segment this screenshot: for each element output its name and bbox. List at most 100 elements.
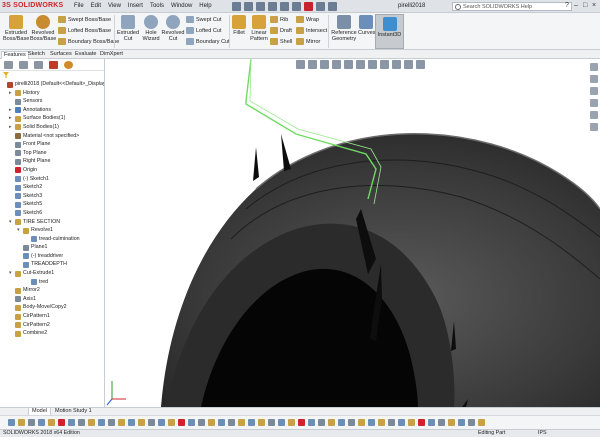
print-icon[interactable]: [268, 2, 277, 11]
tree-item[interactable]: Plane1: [0, 243, 104, 252]
minimize-icon[interactable]: –: [574, 2, 580, 9]
undo-icon[interactable]: [280, 2, 289, 11]
lofted-boss-button[interactable]: Lofted Boss/Base: [58, 27, 111, 34]
help-search-input[interactable]: Search SOLIDWORKS Help: [452, 2, 572, 11]
sketch-tool-icon[interactable]: [148, 419, 155, 426]
tree-item[interactable]: tred: [0, 278, 104, 287]
menu-edit[interactable]: Edit: [91, 3, 101, 9]
menu-view[interactable]: View: [108, 3, 121, 9]
curves-button[interactable]: Curves: [358, 15, 375, 36]
tab-surfaces[interactable]: Surfaces: [48, 51, 74, 59]
sketch-tool-icon[interactable]: [168, 419, 175, 426]
extruded-boss-button[interactable]: Extruded Boss/Base: [3, 15, 29, 42]
sketch-tool-icon[interactable]: [68, 419, 75, 426]
sketch-tool-icon[interactable]: [48, 419, 55, 426]
sketch-tool-icon[interactable]: [248, 419, 255, 426]
property-manager-tab-icon[interactable]: [19, 61, 28, 69]
tree-item[interactable]: Sketch2: [0, 183, 104, 192]
dimxpert-manager-tab-icon[interactable]: [49, 61, 58, 69]
tree-filter[interactable]: [0, 71, 104, 80]
sketch-tool-icon[interactable]: [288, 419, 295, 426]
sketch-tool-icon[interactable]: [278, 419, 285, 426]
menu-insert[interactable]: Insert: [128, 3, 143, 9]
expand-icon[interactable]: ▸: [9, 123, 12, 132]
sketch-tool-icon[interactable]: [328, 419, 335, 426]
sketch-tool-icon[interactable]: [198, 419, 205, 426]
intersect-button[interactable]: Intersect: [296, 27, 327, 34]
sketch-tool-icon[interactable]: [78, 419, 85, 426]
display-manager-tab-icon[interactable]: [64, 61, 73, 69]
menu-tools[interactable]: Tools: [150, 3, 164, 9]
tree-item[interactable]: Axis1: [0, 295, 104, 304]
tree-item[interactable]: (-) Sketch1: [0, 175, 104, 184]
sketch-tool-icon[interactable]: [8, 419, 15, 426]
revolved-cut-button[interactable]: Revolved Cut: [161, 15, 185, 42]
sketch-tool-icon[interactable]: [18, 419, 25, 426]
shell-button[interactable]: Shell: [270, 38, 292, 45]
sketch-tool-icon[interactable]: [58, 419, 65, 426]
sketch-tool-icon[interactable]: [218, 419, 225, 426]
collapse-icon[interactable]: ▾: [9, 218, 12, 227]
reference-geometry-button[interactable]: Reference Geometry: [330, 15, 358, 42]
sketch-tool-icon[interactable]: [28, 419, 35, 426]
sketch-tool-icon[interactable]: [108, 419, 115, 426]
tree-item[interactable]: ▾ Revolve1: [0, 226, 104, 235]
sketch-tool-icon[interactable]: [298, 419, 305, 426]
tree-item[interactable]: ▾ Cut-Extrude1: [0, 269, 104, 278]
sketch-tool-icon[interactable]: [188, 419, 195, 426]
fillet-button[interactable]: Fillet: [230, 15, 248, 36]
tree-item[interactable]: Sketch6: [0, 209, 104, 218]
tree-item[interactable]: Sketch5: [0, 200, 104, 209]
sketch-tool-icon[interactable]: [458, 419, 465, 426]
menu-file[interactable]: File: [74, 3, 84, 9]
tree-item[interactable]: Right Plane: [0, 157, 104, 166]
solidworks-logo[interactable]: 3S SOLIDWORKS: [2, 2, 63, 9]
draft-button[interactable]: Draft: [270, 27, 292, 34]
tree-item[interactable]: ▸ History: [0, 89, 104, 98]
tree-item[interactable]: CirPattern2: [0, 321, 104, 330]
sketch-tool-icon[interactable]: [448, 419, 455, 426]
sketch-tool-icon[interactable]: [38, 419, 45, 426]
collapse-icon[interactable]: ▾: [17, 226, 20, 235]
configuration-manager-tab-icon[interactable]: [34, 61, 43, 69]
wrap-button[interactable]: Wrap: [296, 16, 319, 23]
sketch-tool-icon[interactable]: [338, 419, 345, 426]
close-icon[interactable]: ×: [592, 2, 598, 9]
tree-item[interactable]: Material <not specified>: [0, 132, 104, 141]
tree-item[interactable]: ▸ Solid Bodies(1): [0, 123, 104, 132]
sketch-tool-icon[interactable]: [378, 419, 385, 426]
sketch-tool-icon[interactable]: [208, 419, 215, 426]
sketch-tool-icon[interactable]: [88, 419, 95, 426]
sketch-tool-icon[interactable]: [228, 419, 235, 426]
tree-item[interactable]: ▾ TIRE SECTION: [0, 218, 104, 227]
tire-model[interactable]: [106, 59, 600, 407]
sketch-tool-icon[interactable]: [388, 419, 395, 426]
sketch-tool-icon[interactable]: [238, 419, 245, 426]
tree-item[interactable]: Body-Move/Copy2: [0, 303, 104, 312]
instant3d-button[interactable]: Instant3D: [375, 14, 404, 49]
expand-icon[interactable]: ▸: [9, 114, 12, 123]
tab-sketch[interactable]: Sketch: [26, 51, 47, 59]
sketch-tool-icon[interactable]: [138, 419, 145, 426]
tree-item[interactable]: TREADDEPTH: [0, 260, 104, 269]
tree-item[interactable]: tread-culmination: [0, 235, 104, 244]
restore-icon[interactable]: □: [583, 2, 589, 9]
sketch-tool-icon[interactable]: [178, 419, 185, 426]
tab-features[interactable]: Features: [1, 51, 29, 59]
sketch-tool-icon[interactable]: [478, 419, 485, 426]
collapse-icon[interactable]: ▾: [9, 269, 12, 278]
save-icon[interactable]: [256, 2, 265, 11]
mirror-button[interactable]: Mirror: [296, 38, 320, 45]
lofted-cut-button[interactable]: Lofted Cut: [186, 27, 221, 34]
sketch-tool-icon[interactable]: [118, 419, 125, 426]
expand-icon[interactable]: ▸: [9, 89, 12, 98]
sketch-tool-icon[interactable]: [318, 419, 325, 426]
sketch-tool-icon[interactable]: [408, 419, 415, 426]
sketch-tool-icon[interactable]: [98, 419, 105, 426]
tree-item[interactable]: Mirror2: [0, 286, 104, 295]
select-icon[interactable]: [292, 2, 301, 11]
menu-help[interactable]: Help: [199, 3, 211, 9]
sketch-tool-icon[interactable]: [358, 419, 365, 426]
hole-wizard-button[interactable]: Hole Wizard: [140, 15, 162, 42]
sketch-tool-icon[interactable]: [348, 419, 355, 426]
